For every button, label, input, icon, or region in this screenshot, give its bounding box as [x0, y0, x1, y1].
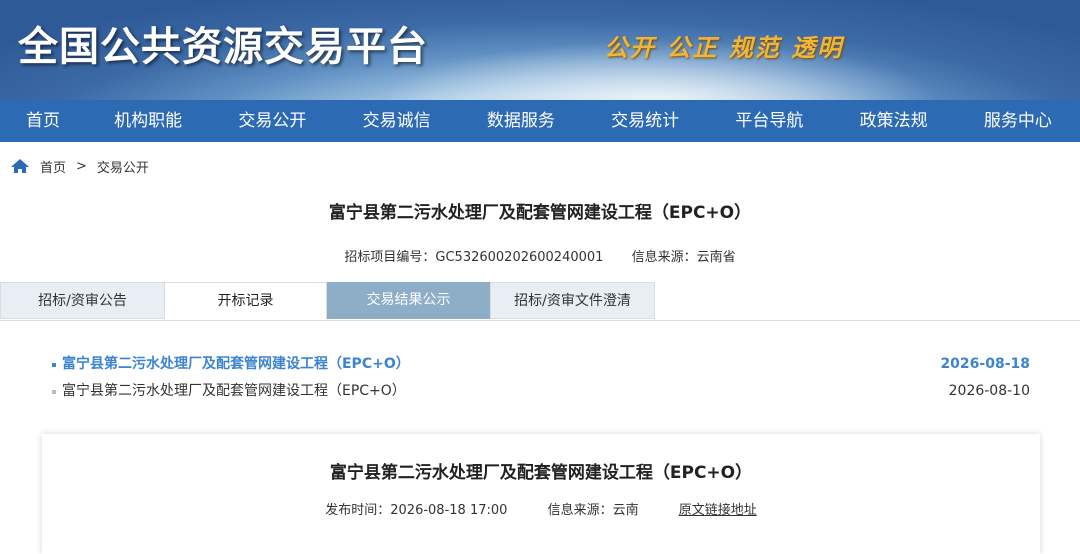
tab-bar: 招标/资审公告 开标记录 交易结果公示 招标/资审文件澄清	[0, 282, 1080, 321]
project-title: 富宁县第二污水处理厂及配套管网建设工程（EPC+O）	[328, 203, 752, 223]
original-link[interactable]: 原文链接地址	[679, 503, 757, 518]
detail-card: 富宁县第二污水处理厂及配套管网建设工程（EPC+O） 发布时间：2026-08-…	[42, 434, 1040, 554]
breadcrumb-home[interactable]: 首页	[40, 157, 66, 176]
list-item[interactable]: 富宁县第二污水处理厂及配套管网建设工程（EPC+O） 2026-08-18	[0, 351, 1080, 378]
home-icon[interactable]	[10, 158, 30, 174]
tab-bid-opening[interactable]: 开标记录	[164, 282, 327, 320]
nav-item-home[interactable]: 首页	[0, 100, 86, 142]
detail-meta: 发布时间：2026-08-18 17:00 信息来源：云南 原文链接地址	[42, 499, 1040, 518]
bullet-icon	[52, 390, 56, 394]
list-item-title[interactable]: 富宁县第二污水处理厂及配套管网建设工程（EPC+O）	[62, 351, 410, 378]
list-item-title[interactable]: 富宁县第二污水处理厂及配套管网建设工程（EPC+O）	[62, 378, 406, 405]
site-slogan: 公开 公正 规范 透明	[604, 34, 844, 62]
tab-clarification[interactable]: 招标/资审文件澄清	[490, 282, 655, 319]
site-header: 全国公共资源交易平台 公开 公正 规范 透明	[0, 0, 1080, 100]
list-item-date: 2026-08-10	[948, 383, 1030, 399]
tab-tender-notice[interactable]: 招标/资审公告	[0, 282, 164, 319]
detail-source: 信息来源：云南	[547, 503, 639, 518]
detail-publish-time: 发布时间：2026-08-18 17:00	[325, 503, 508, 518]
nav-item-trade-credit[interactable]: 交易诚信	[335, 100, 459, 142]
nav-item-institution[interactable]: 机构职能	[86, 100, 210, 142]
breadcrumb-separator: >	[76, 158, 87, 174]
site-title: 全国公共资源交易平台	[18, 24, 428, 70]
breadcrumb-current[interactable]: 交易公开	[97, 157, 149, 176]
nav-item-policy[interactable]: 政策法规	[832, 100, 956, 142]
project-meta: 招标项目编号：GC532600202600240001 信息来源：云南省	[0, 246, 1080, 266]
breadcrumb: 首页 > 交易公开	[0, 142, 1080, 190]
tab-result-publicity[interactable]: 交易结果公示	[327, 282, 490, 319]
nav-item-data-service[interactable]: 数据服务	[459, 100, 583, 142]
nav-item-statistics[interactable]: 交易统计	[583, 100, 707, 142]
result-list: 富宁县第二污水处理厂及配套管网建设工程（EPC+O） 2026-08-18 富宁…	[0, 351, 1080, 405]
nav-item-service-center[interactable]: 服务中心	[956, 100, 1080, 142]
list-item[interactable]: 富宁县第二污水处理厂及配套管网建设工程（EPC+O） 2026-08-10	[0, 378, 1080, 405]
detail-title: 富宁县第二污水处理厂及配套管网建设工程（EPC+O）	[329, 463, 753, 483]
project-code: 招标项目编号：GC532600202600240001	[344, 250, 604, 265]
main-nav: 首页 机构职能 交易公开 交易诚信 数据服务 交易统计 平台导航 政策法规 服务…	[0, 100, 1080, 142]
project-source: 信息来源：云南省	[631, 250, 736, 265]
nav-item-platform-nav[interactable]: 平台导航	[707, 100, 831, 142]
bullet-icon	[52, 363, 56, 367]
list-item-date: 2026-08-18	[940, 356, 1030, 372]
nav-item-trade-public[interactable]: 交易公开	[210, 100, 334, 142]
